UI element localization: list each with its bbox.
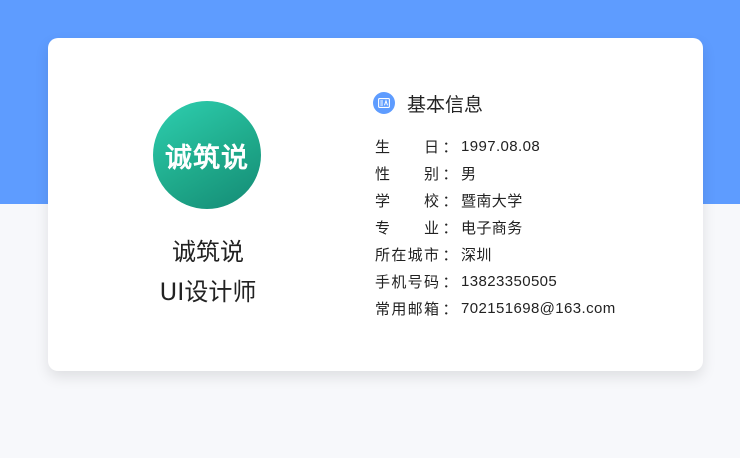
info-label-part: 校 [423, 192, 439, 210]
info-value: 702151698@163.com [461, 300, 616, 317]
info-colon: ： [442, 246, 458, 264]
info-value: 男 [461, 166, 477, 183]
info-row-birthday: 生日 ： 1997.08.08 [375, 133, 616, 160]
info-label-part: 手 [375, 273, 391, 291]
info-label-part: 箱 [423, 300, 439, 318]
info-row-school: 学校 ： 暨南大学 [375, 187, 616, 214]
info-label-part: 别 [423, 165, 439, 183]
info-label: 手机号码 [375, 271, 439, 292]
info-label: 性别 [375, 163, 439, 184]
info-label-part: 性 [375, 165, 391, 183]
registered-mark: ® [262, 103, 269, 111]
id-card-icon [373, 92, 395, 114]
info-value: 深圳 [461, 247, 492, 264]
info-label: 常用邮箱 [375, 298, 439, 319]
info-label-part: 号 [407, 273, 423, 291]
brand-logo: 诚筑说 ® [153, 101, 269, 209]
info-value: 暨南大学 [461, 193, 523, 210]
info-value: 电子商务 [461, 220, 523, 237]
info-label-part: 码 [423, 273, 439, 291]
logo-text: 诚筑说 [165, 142, 249, 174]
info-colon: ： [442, 300, 458, 318]
info-list: 生日 ： 1997.08.08 性别 ： 男 学校 ： 暨南大学 专业 ： 电子… [375, 133, 616, 322]
info-label: 所在城市 [375, 244, 439, 265]
info-label-part: 用 [391, 300, 407, 318]
info-label-part: 学 [375, 192, 391, 210]
info-label-part: 城 [407, 246, 423, 264]
info-label-part: 常 [375, 300, 391, 318]
profile-card: 诚筑说 ® 诚筑说 UI设计师 基本信息 生日 ： 1997.08.08 性别 … [48, 38, 703, 371]
profile-title: UI设计师 [159, 278, 257, 306]
info-row-phone: 手机号码 ： 13823350505 [375, 268, 616, 295]
info-colon: ： [442, 192, 458, 210]
basic-info-header: 基本信息 [373, 90, 483, 116]
info-label: 学校 [375, 190, 439, 211]
info-colon: ： [442, 138, 458, 156]
info-label-part: 所 [375, 246, 391, 264]
info-label-part: 机 [391, 273, 407, 291]
info-colon: ： [442, 165, 458, 183]
info-value: 1997.08.08 [461, 138, 541, 155]
info-colon: ： [442, 219, 458, 237]
info-label-part: 生 [375, 138, 391, 156]
info-label-part: 在 [391, 246, 407, 264]
info-label-part: 市 [423, 246, 439, 264]
profile-name: 诚筑说 [172, 238, 244, 266]
section-title: 基本信息 [407, 93, 484, 116]
info-label: 生日 [375, 136, 439, 157]
info-row-gender: 性别 ： 男 [375, 160, 616, 187]
info-row-city: 所在城市 ： 深圳 [375, 241, 616, 268]
info-label-part: 专 [375, 219, 391, 237]
info-label-part: 业 [423, 219, 439, 237]
info-value: 13823350505 [461, 273, 558, 290]
info-label-part: 日 [423, 138, 439, 156]
info-row-email: 常用邮箱 ： 702151698@163.com [375, 295, 616, 322]
info-colon: ： [442, 273, 458, 291]
info-label-part: 邮 [407, 300, 423, 318]
info-row-major: 专业 ： 电子商务 [375, 214, 616, 241]
info-label: 专业 [375, 217, 439, 238]
